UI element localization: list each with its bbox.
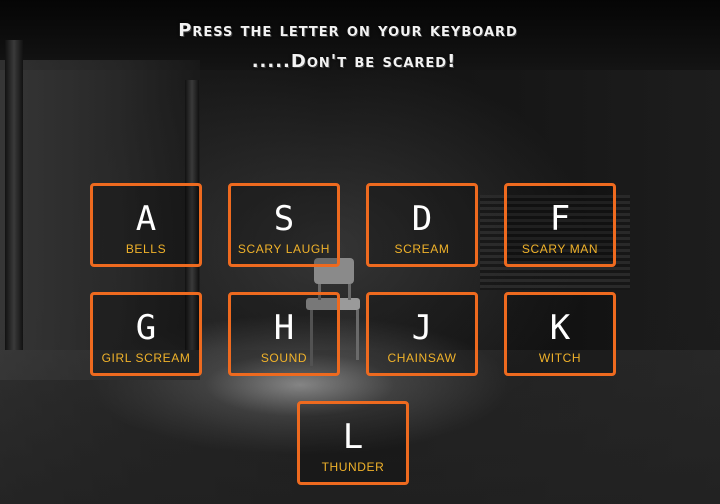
key-letter: F	[549, 199, 571, 239]
drum-key-f[interactable]: F SCARY MAN	[504, 183, 616, 267]
key-sound-label: THUNDER	[321, 460, 385, 474]
key-letter: G	[135, 308, 157, 348]
background-column	[5, 40, 23, 350]
key-letter: L	[342, 417, 364, 457]
key-sound-label: GIRL SCREAM	[101, 351, 191, 365]
key-letter: K	[549, 308, 571, 348]
drum-key-g[interactable]: G GIRL SCREAM	[90, 292, 202, 376]
instruction-subheading: .....Don't be scared!	[251, 51, 457, 72]
instruction-heading: Press the letter on your keyboard	[178, 20, 518, 41]
drum-key-d[interactable]: D SCREAM	[366, 183, 478, 267]
key-sound-label: SCREAM	[394, 242, 450, 256]
key-sound-label: SOUND	[260, 351, 308, 365]
drum-key-a[interactable]: A BELLS	[90, 183, 202, 267]
key-letter: J	[411, 308, 433, 348]
key-letter: H	[273, 308, 295, 348]
drum-key-h[interactable]: H SOUND	[228, 292, 340, 376]
key-letter: A	[135, 199, 157, 239]
key-sound-label: SCARY LAUGH	[237, 242, 331, 256]
drum-key-j[interactable]: J CHAINSAW	[366, 292, 478, 376]
key-letter: D	[411, 199, 433, 239]
drum-key-k[interactable]: K WITCH	[504, 292, 616, 376]
key-sound-label: SCARY MAN	[521, 242, 599, 256]
drum-key-l[interactable]: L THUNDER	[297, 401, 409, 485]
drum-key-s[interactable]: S SCARY LAUGH	[228, 183, 340, 267]
key-sound-label: CHAINSAW	[387, 351, 457, 365]
key-sound-label: BELLS	[125, 242, 167, 256]
key-sound-label: WITCH	[538, 351, 582, 365]
key-letter: S	[273, 199, 295, 239]
